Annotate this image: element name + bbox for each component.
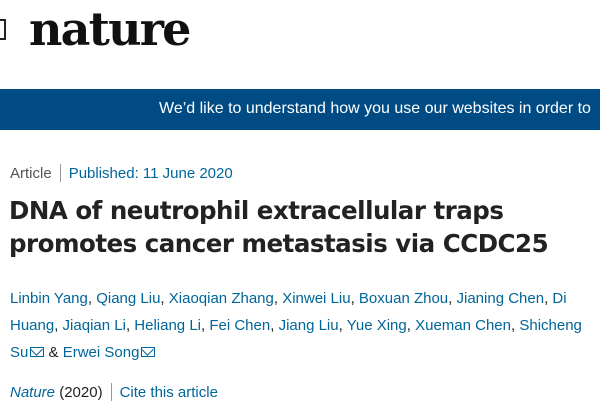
author-link[interactable]: Qiang Liu: [96, 290, 160, 307]
author-link[interactable]: Jiang Liu: [279, 317, 339, 334]
mail-icon[interactable]: [141, 347, 156, 357]
mail-icon[interactable]: [30, 347, 45, 357]
citation-row: Nature (2020) Cite this article: [10, 383, 218, 401]
author-list: Linbin Yang, Qiang Liu, Xiaoqian Zhang, …: [10, 290, 582, 361]
publication-year: (2020): [59, 384, 103, 401]
author-link[interactable]: Fei Chen: [209, 317, 270, 334]
article-type: Article: [10, 165, 52, 182]
author-link[interactable]: Erwei Song: [63, 344, 140, 361]
site-header: nature: [0, 0, 600, 82]
divider: [59, 164, 61, 182]
author-link[interactable]: Linbin Yang: [10, 290, 88, 307]
journal-name[interactable]: Nature: [10, 384, 55, 401]
author-link[interactable]: Heliang Li: [134, 317, 201, 334]
menu-edge-icon[interactable]: [0, 19, 6, 40]
article-title: DNA of neutrophil extracellular traps pr…: [9, 196, 549, 258]
cookie-banner: We’d like to understand how you use our …: [0, 89, 600, 130]
ampersand: &: [48, 344, 59, 361]
published-date: Published: 11 June 2020: [68, 165, 233, 182]
author-link[interactable]: Xiaoqian Zhang: [169, 290, 274, 307]
author-link[interactable]: Jianing Chen: [457, 290, 545, 307]
nature-logo[interactable]: nature: [29, 6, 191, 52]
cookie-banner-text: We’d like to understand how you use our …: [159, 100, 591, 117]
article-meta: Article Published: 11 June 2020: [10, 164, 233, 182]
cite-article-link[interactable]: Cite this article: [120, 384, 218, 401]
author-link[interactable]: Xinwei Liu: [282, 290, 350, 307]
author-link[interactable]: Yue Xing: [347, 317, 407, 334]
author-link[interactable]: Xueman Chen: [415, 317, 511, 334]
author-link[interactable]: Boxuan Zhou: [359, 290, 448, 307]
author-link[interactable]: Jiaqian Li: [63, 317, 126, 334]
divider: [110, 383, 112, 401]
